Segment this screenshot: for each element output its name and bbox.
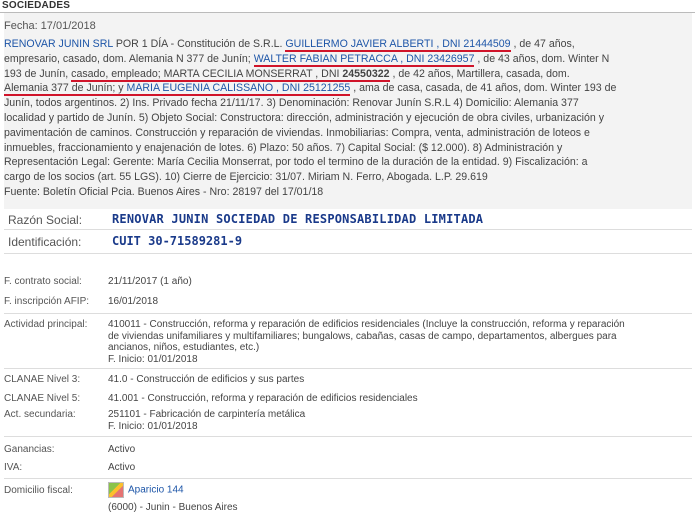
- secundaria-inicio: F. Inicio: 01/01/2018: [108, 421, 688, 433]
- afip-value: 16/01/2018: [108, 296, 159, 307]
- notice-text: inmuebles, fraccionamiento y enajenación…: [4, 141, 563, 154]
- notice-text: 24550322: [342, 67, 390, 82]
- divider: [4, 436, 692, 437]
- cuit-value: CUIT 30-71589281-9: [112, 234, 243, 248]
- divider: [4, 478, 692, 479]
- secundaria-label: Act. secundaria:: [4, 409, 76, 420]
- ganancias-value: Activo: [108, 444, 136, 455]
- domicilio-address: Aparicio 144: [108, 482, 688, 498]
- identificacion-label: Identificación:: [8, 235, 82, 249]
- iva-label: IVA:: [4, 462, 23, 473]
- divider: [4, 368, 692, 369]
- notice-body: RENOVAR JUNIN SRL POR 1 DÍA - Constituci…: [4, 37, 694, 200]
- actividad-line: de viviendas unifamiliares y multifamili…: [108, 330, 617, 342]
- notice-line: Alemania 377 de Junín; y MARIA EUGENIA C…: [4, 81, 694, 97]
- ganancias-label: Ganancias:: [4, 444, 55, 455]
- divider: [4, 313, 692, 314]
- notice-text: , de 47 años,: [510, 38, 575, 50]
- notice-line: pavimentación de caminos. Construcción y…: [4, 126, 694, 141]
- domicilio-label: Domicilio fiscal:: [4, 485, 73, 496]
- notice-text: , de 42 años, Martillera, casada, dom.: [389, 67, 570, 80]
- contrato-label: F. contrato social:: [4, 276, 82, 287]
- razon-social-label: Razón Social:: [8, 213, 83, 227]
- clanae3-label: CLANAE Nivel 3:: [4, 374, 81, 385]
- contrato-value: 21/11/2017 (1 año): [108, 276, 192, 287]
- notice-line: inmuebles, fraccionamiento y enajenación…: [4, 141, 694, 156]
- notice-line: 193 de Junín, casado, empleado; MARTA CE…: [4, 67, 694, 82]
- actividad-line: 410011 - Construcción, reforma y reparac…: [108, 319, 625, 330]
- notice-line: RENOVAR JUNIN SRL POR 1 DÍA - Constituci…: [4, 37, 694, 52]
- actividad-inicio: F. Inicio: 01/01/2018: [108, 354, 688, 366]
- section-header: SOCIEDADES: [2, 0, 71, 11]
- notice-text: Junín, todos argentinos. 2) Ins. Privado…: [4, 97, 579, 110]
- notice-line: empresario, casado, dom. Alemania N 377 …: [4, 52, 694, 67]
- inicio-label: F. Inicio:: [108, 420, 145, 432]
- secundaria-line: 251101 - Fabricación de carpintería metá…: [108, 409, 306, 420]
- notice-text: localidad y partido de Junín. 5) Objeto …: [4, 111, 605, 124]
- actividad-value: 410011 - Construcción, reforma y reparac…: [108, 319, 688, 365]
- clanae3-value: 41.0 - Construcción de edificios y sus p…: [108, 374, 305, 385]
- notice-link[interactable]: WALTER FABIAN PETRACCA , DNI 23426957: [253, 52, 475, 67]
- notice-date: Fecha: 17/01/2018: [4, 20, 96, 32]
- notice-text: Representación Legal: Gerente: María Cec…: [4, 156, 588, 169]
- notice-link[interactable]: GUILLERMO JAVIER ALBERTI , DNI 21444509: [285, 38, 511, 52]
- actividad-label: Actividad principal:: [4, 319, 88, 330]
- notice-text: 193 de Junín,: [4, 67, 72, 80]
- notice-text: empresario, casado, dom. Alemania N 377 …: [4, 52, 254, 65]
- afip-label: F. inscripción AFIP:: [4, 296, 90, 307]
- notice-text: pavimentación de caminos. Construcción y…: [4, 126, 590, 139]
- razon-social-value: RENOVAR JUNIN SOCIEDAD DE RESPONSABILIDA…: [112, 212, 484, 226]
- notice-text: , de 43 años, dom. Winter N: [474, 52, 610, 65]
- inicio-label: F. Inicio:: [108, 353, 145, 365]
- notice-text: cargo de los socios (art. 55 LGS). 10) C…: [4, 171, 488, 184]
- notice-text: POR 1 DÍA - Constitución de S.R.L.: [112, 38, 286, 50]
- divider: [4, 253, 692, 254]
- inicio-value: 01/01/2018: [147, 353, 198, 365]
- secundaria-value: 251101 - Fabricación de carpintería metá…: [108, 409, 688, 432]
- notice-text: Alemania 377 de Junín; y: [4, 82, 127, 97]
- notice-text: casado, empleado; MARTA CECILIA MONSERRA…: [71, 67, 343, 82]
- address-link[interactable]: Aparicio 144: [128, 485, 184, 496]
- domicilio-value: Aparicio 144 (6000) - Junin - Buenos Air…: [108, 482, 688, 514]
- inicio-value: 01/01/2018: [147, 420, 198, 432]
- notice-text: , ama de casa, casada, de 41 años, dom. …: [350, 82, 617, 95]
- notice-link[interactable]: MARIA EUGENIA CALISSANO , DNI 25121255: [126, 82, 351, 97]
- notice-link[interactable]: RENOVAR JUNIN SRL: [4, 38, 113, 50]
- domicilio-city: (6000) - Junin - Buenos Aires: [108, 502, 238, 513]
- notice-text: Fuente: Boletín Oficial Pcia. Buenos Air…: [4, 185, 324, 198]
- divider: [4, 229, 692, 230]
- clanae5-value: 41.001 - Construcción, reforma y reparac…: [108, 393, 418, 404]
- notice-line: Junín, todos argentinos. 2) Ins. Privado…: [4, 96, 694, 111]
- iva-value: Activo: [108, 462, 136, 473]
- notice-line: cargo de los socios (art. 55 LGS). 10) C…: [4, 170, 694, 185]
- map-icon[interactable]: [108, 482, 124, 498]
- actividad-line: ancianos, niños, estudiantes, etc.): [108, 342, 260, 353]
- clanae5-label: CLANAE Nivel 5:: [4, 393, 81, 404]
- notice-line: Representación Legal: Gerente: María Cec…: [4, 155, 694, 170]
- notice-line: Fuente: Boletín Oficial Pcia. Buenos Air…: [4, 185, 694, 200]
- notice-line: localidad y partido de Junín. 5) Objeto …: [4, 111, 694, 126]
